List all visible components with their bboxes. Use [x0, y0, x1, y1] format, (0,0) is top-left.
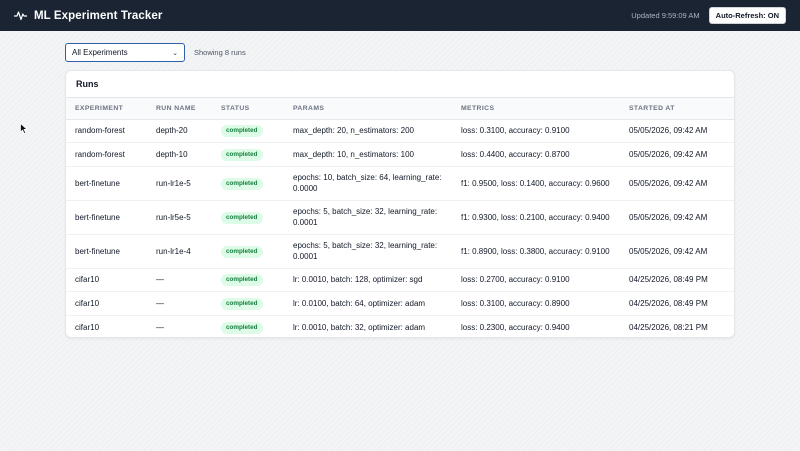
cell-experiment: bert-finetune [66, 166, 147, 201]
cell-metrics: f1: 0.8900, loss: 0.3800, accuracy: 0.91… [452, 234, 620, 269]
cell-params: epochs: 10, batch_size: 64, learning_rat… [284, 166, 452, 201]
cell-experiment: bert-finetune [66, 234, 147, 269]
column-header-run-name[interactable]: RUN NAME [147, 98, 212, 120]
cell-run-name: run-lr1e-5 [147, 166, 212, 201]
status-badge: completed [221, 125, 263, 138]
cell-params: lr: 0.0100, batch: 64, optimizer: adam [284, 291, 452, 316]
app-title: ML Experiment Tracker [34, 9, 163, 22]
column-header-params[interactable]: PARAMS [284, 98, 452, 120]
cell-params: max_depth: 10, n_estimators: 100 [284, 142, 452, 167]
cell-started-at: 05/05/2026, 09:42 AM [620, 166, 734, 201]
cell-started-at: 04/25/2026, 08:49 PM [620, 291, 734, 316]
cell-metrics: loss: 0.3100, accuracy: 0.9100 [452, 119, 620, 143]
run-count: Showing 8 runs [194, 48, 246, 57]
cell-started-at: 05/05/2026, 09:42 AM [620, 234, 734, 269]
cell-params: lr: 0.0010, batch: 32, optimizer: adam [293, 322, 426, 332]
runs-table: EXPERIMENT RUN NAME STATUS PARAMS METRIC… [66, 98, 734, 337]
cell-experiment: random-forest [66, 142, 147, 167]
cell-run-name: — [147, 268, 212, 292]
cell-params: epochs: 5, batch_size: 32, learning_rate… [284, 234, 452, 269]
cell-experiment: cifar10 [66, 268, 147, 292]
top-bar: ML Experiment Tracker Updated 9:59:09 AM… [0, 0, 800, 31]
status-badge: completed [221, 245, 263, 258]
status-badge: completed [221, 297, 263, 310]
table-row[interactable]: random-forest depth-20 completed max_dep… [66, 119, 734, 143]
cell-params: epochs: 5, batch_size: 32, learning_rate… [284, 200, 452, 235]
cell-metrics: f1: 0.9300, loss: 0.2100, accuracy: 0.94… [452, 200, 620, 235]
cell-metrics: loss: 0.2700, accuracy: 0.9100 [452, 268, 620, 292]
cell-params: max_depth: 20, n_estimators: 200 [284, 119, 452, 143]
column-header-metrics[interactable]: METRICS [452, 98, 620, 120]
cell-experiment: cifar10 [66, 291, 147, 316]
updated-timestamp: Updated 9:59:09 AM [631, 11, 700, 20]
cell-run-name: run-lr1e-4 [147, 234, 212, 269]
experiment-filter-value: All Experiments [72, 48, 128, 57]
cell-metrics: loss: 0.4400, accuracy: 0.8700 [452, 142, 620, 167]
table-row[interactable]: cifar10 — completed lr: 0.0010, batch: 1… [66, 268, 734, 292]
cell-metrics: f1: 0.9500, loss: 0.1400, accuracy: 0.96… [452, 166, 620, 201]
table-row[interactable]: cifar10 — completed lr: 0.0010, batch: 3… [66, 315, 734, 337]
experiment-filter-select[interactable]: All Experiments ⌄ [65, 43, 185, 62]
cell-run-name: — [147, 291, 212, 316]
status-badge: completed [221, 321, 263, 334]
status-badge: completed [221, 177, 263, 190]
runs-card: Runs EXPERIMENT RUN NAME STATUS PARAMS M… [65, 70, 735, 338]
table-row[interactable]: bert-finetune run-lr1e-4 completed epoch… [66, 234, 734, 269]
table-row[interactable]: bert-finetune run-lr5e-5 completed epoch… [66, 200, 734, 235]
cell-run-name: depth-10 [147, 142, 212, 167]
cell-started-at: 04/25/2026, 08:21 PM [629, 322, 708, 332]
cell-started-at: 05/05/2026, 09:42 AM [620, 200, 734, 235]
cell-params: lr: 0.0010, batch: 128, optimizer: sgd [284, 268, 452, 292]
cell-started-at: 05/05/2026, 09:42 AM [620, 119, 734, 143]
cell-experiment: random-forest [66, 119, 147, 143]
status-badge: completed [221, 211, 263, 224]
cell-experiment: bert-finetune [66, 200, 147, 235]
table-row[interactable]: cifar10 — completed lr: 0.0100, batch: 6… [66, 291, 734, 316]
mouse-cursor-icon [20, 121, 28, 139]
activity-pulse-icon [14, 10, 27, 21]
table-row[interactable]: random-forest depth-10 completed max_dep… [66, 142, 734, 167]
table-row[interactable]: bert-finetune run-lr1e-5 completed epoch… [66, 166, 734, 201]
status-badge: completed [221, 148, 263, 161]
cell-started-at: 04/25/2026, 08:49 PM [620, 268, 734, 292]
cell-metrics: loss: 0.3100, accuracy: 0.8900 [452, 291, 620, 316]
status-badge: completed [221, 274, 263, 287]
table-header-row: EXPERIMENT RUN NAME STATUS PARAMS METRIC… [66, 98, 734, 120]
chevron-down-icon: ⌄ [172, 49, 178, 57]
column-header-experiment[interactable]: EXPERIMENT [66, 98, 147, 120]
auto-refresh-toggle[interactable]: Auto-Refresh: ON [708, 7, 786, 24]
runs-card-title: Runs [66, 71, 734, 98]
cell-metrics: loss: 0.2300, accuracy: 0.9400 [461, 322, 570, 332]
cell-experiment: cifar10 [75, 322, 100, 332]
brand: ML Experiment Tracker [14, 10, 162, 22]
cell-run-name: — [156, 322, 164, 332]
column-header-status[interactable]: STATUS [212, 98, 284, 120]
cell-run-name: run-lr5e-5 [147, 200, 212, 235]
cell-started-at: 05/05/2026, 09:42 AM [620, 142, 734, 167]
column-header-started-at[interactable]: STARTED AT [620, 98, 734, 120]
cell-run-name: depth-20 [147, 119, 212, 143]
